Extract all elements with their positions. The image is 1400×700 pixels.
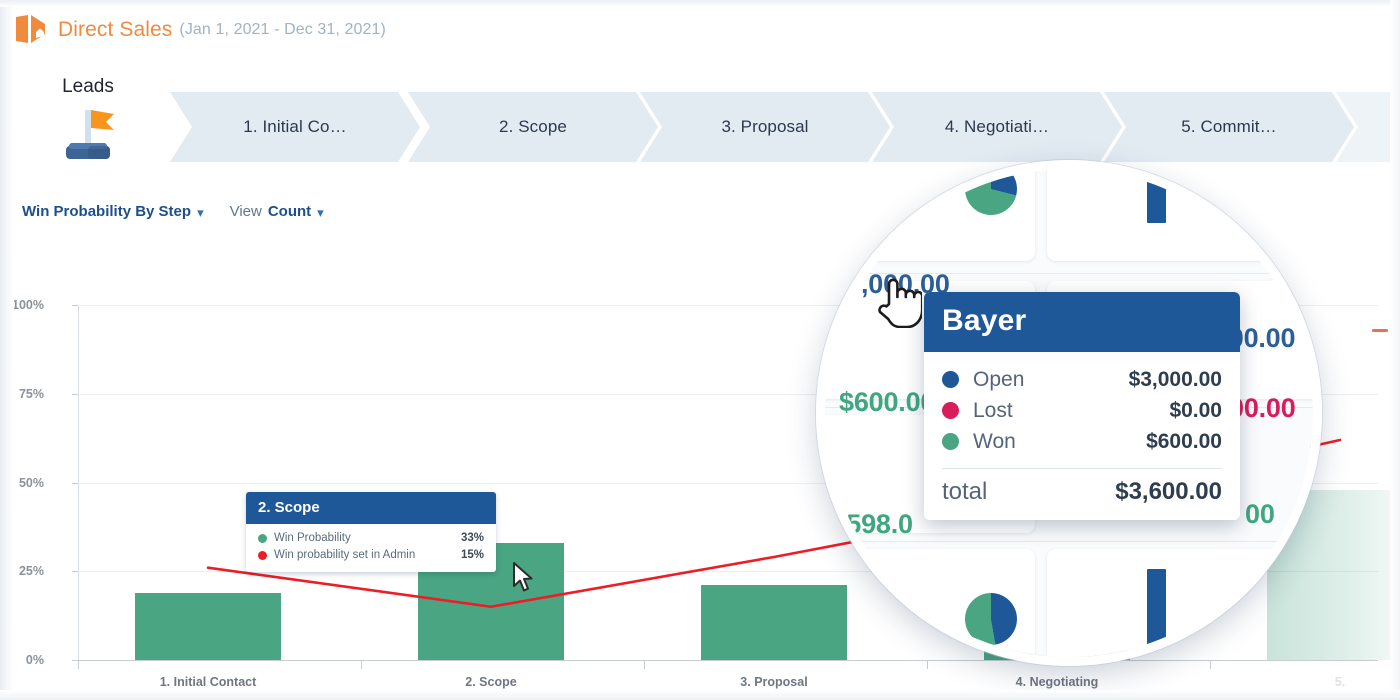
page-title: Direct Sales <box>58 18 172 42</box>
x-tick-2 <box>644 660 645 669</box>
account-tooltip-total: total $3,600.00 <box>942 478 1222 506</box>
account-tooltip-row-lost: Lost $0.00 <box>942 395 1222 426</box>
hand-cursor <box>876 272 922 333</box>
account-tooltip-row-1-label: Lost <box>973 395 1169 426</box>
y-tick-label-50: 50% <box>0 476 44 490</box>
chevron-down-icon: ▾ <box>317 206 324 219</box>
account-tooltip-total-value: $3,600.00 <box>1115 478 1222 506</box>
arrow-cursor <box>512 562 534 599</box>
view-select[interactable]: View Count ▾ <box>230 203 324 220</box>
account-tooltip-row-open: Open $3,000.00 <box>942 364 1222 395</box>
x-tick-4 <box>1210 660 1211 669</box>
view-select-prefix: View <box>230 203 262 220</box>
chart-legend: Win probab… <box>1372 323 1400 338</box>
step-tooltip: 2. Scope Win Probability 33% Win probabi… <box>246 492 496 572</box>
step-tooltip-row-0-label: Win Probability <box>274 530 453 547</box>
view-select-label: Count <box>268 203 311 220</box>
funnel-step-4[interactable]: 4. Negotiati… <box>872 92 1122 162</box>
funnel-home-icon <box>14 14 48 46</box>
y-tick-label-25: 25% <box>0 564 44 578</box>
account-tooltip-row-2-value: $600.00 <box>1146 426 1222 457</box>
green-dot-icon <box>258 534 267 543</box>
step-tooltip-body: Win Probability 33% Win probability set … <box>246 524 496 572</box>
chart-controls: Win Probability By Step ▾ View Count ▾ <box>22 203 324 220</box>
step-tooltip-row-win-probability: Win Probability 33% <box>258 530 484 547</box>
crimson-dot-icon <box>942 402 959 419</box>
account-tooltip: Bayer Open $3,000.00 Lost $0.00 Won $600… <box>924 292 1240 520</box>
flag-icon <box>52 102 124 164</box>
step-tooltip-title: 2. Scope <box>246 492 496 524</box>
account-tooltip-row-0-value: $3,000.00 <box>1129 364 1222 395</box>
x-label-2: 2. Scope <box>465 675 516 689</box>
chevron-down-icon: ▾ <box>197 206 204 219</box>
leads-label: Leads <box>62 76 114 98</box>
legend-line-swatch <box>1372 329 1388 332</box>
y-tick-label-75: 75% <box>0 387 44 401</box>
app-root: Direct Sales (Jan 1, 2021 - Dec 31, 2021… <box>0 0 1400 700</box>
gridline-0 <box>78 660 1378 661</box>
blue-dot-icon <box>942 371 959 388</box>
account-tooltip-total-label: total <box>942 478 1115 506</box>
account-tooltip-divider <box>942 468 1222 469</box>
account-tooltip-row-1-value: $0.00 <box>1169 395 1222 426</box>
account-tooltip-body: Open $3,000.00 Lost $0.00 Won $600.00 to… <box>924 352 1240 520</box>
y-tick-label-0: 0% <box>0 653 44 667</box>
step-tooltip-row-1-value: 15% <box>461 547 484 564</box>
page-header: Direct Sales (Jan 1, 2021 - Dec 31, 2021… <box>0 0 1400 60</box>
step-tooltip-row-0-value: 33% <box>461 530 484 547</box>
red-dot-icon <box>258 551 267 560</box>
metric-select-label: Win Probability By Step <box>22 203 191 220</box>
funnel-step-5-label: 5. Commit… <box>1181 117 1276 137</box>
funnel-step-5[interactable]: 5. Commit… <box>1104 92 1354 162</box>
account-tooltip-row-won: Won $600.00 <box>942 426 1222 457</box>
x-label-5: 5. Commitment <box>1302 675 1378 700</box>
step-tooltip-row-1-label: Win probability set in Admin <box>274 547 453 564</box>
account-tooltip-row-0-label: Open <box>973 364 1129 395</box>
y-tick-label-100: 100% <box>0 298 44 312</box>
x-tick-3 <box>927 660 928 669</box>
funnel-step-4-label: 4. Negotiati… <box>945 117 1049 137</box>
funnel-step-2[interactable]: 2. Scope <box>408 92 658 162</box>
funnel-step-3[interactable]: 3. Proposal <box>640 92 890 162</box>
funnel-step-3-label: 3. Proposal <box>721 117 808 137</box>
date-range-label: (Jan 1, 2021 - Dec 31, 2021) <box>179 21 385 39</box>
funnel-step-1-label: 1. Initial Co… <box>243 117 346 137</box>
x-label-1: 1. Initial Contact <box>160 675 257 689</box>
funnel-step-2-label: 2. Scope <box>499 117 567 137</box>
funnel-steps-bar: Leads 1. Initial Co… 2. Scope 3. Proposa… <box>0 62 1400 182</box>
x-label-4: 4. Negotiating <box>1016 675 1099 689</box>
green-dot-icon <box>942 433 959 450</box>
x-tick-0 <box>78 660 79 669</box>
metric-select[interactable]: Win Probability By Step ▾ <box>22 203 204 220</box>
funnel-step-1[interactable]: 1. Initial Co… <box>170 92 420 162</box>
legend-label-admin: Win probab… <box>1394 323 1400 338</box>
leads-block: Leads <box>48 76 128 164</box>
step-tooltip-row-admin: Win probability set in Admin 15% <box>258 547 484 564</box>
account-tooltip-title: Bayer <box>924 292 1240 352</box>
account-tooltip-row-2-label: Won <box>973 426 1146 457</box>
x-label-3: 3. Proposal <box>740 675 807 689</box>
x-tick-1 <box>361 660 362 669</box>
